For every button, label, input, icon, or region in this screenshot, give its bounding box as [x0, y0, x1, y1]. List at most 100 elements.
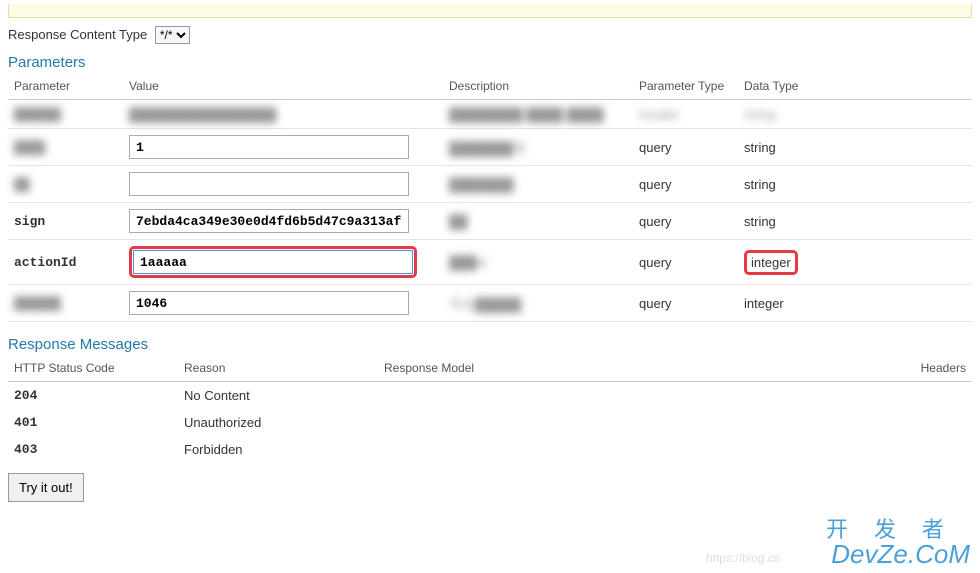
- param-value-blurred: ████████████████: [129, 107, 276, 122]
- param-desc: 平台█████: [449, 297, 521, 312]
- response-model: [378, 382, 892, 410]
- param-value-input[interactable]: [129, 291, 409, 315]
- param-type-cell: query: [633, 166, 738, 203]
- data-type-cell: string: [738, 100, 972, 129]
- param-value-input[interactable]: [129, 172, 409, 196]
- param-type: query: [639, 255, 672, 270]
- param-desc-cell: ███████: [443, 166, 633, 203]
- data-type: string: [744, 107, 776, 122]
- col-parameter: Parameter: [8, 75, 123, 100]
- table-row: 403Forbidden: [8, 436, 972, 463]
- reason: Forbidden: [178, 436, 378, 463]
- headers-cell: [892, 409, 972, 436]
- response-messages-title: Response Messages: [8, 336, 972, 353]
- col-parameter-type: Parameter Type: [633, 75, 738, 100]
- col-data-type: Data Type: [738, 75, 972, 100]
- col-value: Value: [123, 75, 443, 100]
- param-type: query: [639, 296, 672, 311]
- param-type: header: [639, 107, 679, 122]
- param-type-cell: query: [633, 129, 738, 166]
- http-status-code: 401: [8, 409, 178, 436]
- param-name: ██████: [14, 107, 61, 122]
- param-desc: ███id: [449, 255, 487, 270]
- table-row: ██████ 平台█████ query integer: [8, 285, 972, 322]
- table-row: actionId ███id query integer: [8, 240, 972, 285]
- try-it-out-button[interactable]: Try it out!: [8, 473, 84, 502]
- param-value-input[interactable]: [133, 250, 413, 274]
- param-name: ████: [14, 140, 45, 155]
- response-model: [378, 409, 892, 436]
- table-row: 204No Content: [8, 382, 972, 410]
- col-response-model: Response Model: [378, 357, 892, 382]
- table-row: 401Unauthorized: [8, 409, 972, 436]
- data-type-cell: integer: [738, 285, 972, 322]
- param-name-cell: ████: [8, 129, 123, 166]
- table-row: sign ██ query string: [8, 203, 972, 240]
- param-type-cell: query: [633, 285, 738, 322]
- data-type: integer: [744, 296, 784, 311]
- param-value-cell: [123, 203, 443, 240]
- param-name-cell: ██████: [8, 285, 123, 322]
- watermark-url: https://blog.cs: [706, 551, 780, 565]
- table-row: ██████████████████████████████ ████ ████…: [8, 100, 972, 129]
- param-value-input[interactable]: [129, 135, 409, 159]
- param-name: sign: [14, 214, 45, 229]
- watermark-bottom: DevZe.CoM: [826, 541, 970, 567]
- response-content-type-select[interactable]: */*: [155, 26, 190, 44]
- http-status-code: 403: [8, 436, 178, 463]
- data-type-cell: string: [738, 166, 972, 203]
- param-value-cell: [123, 129, 443, 166]
- response-model: [378, 436, 892, 463]
- notice-banner: [8, 4, 972, 18]
- param-name-cell: ██: [8, 166, 123, 203]
- reason: No Content: [178, 382, 378, 410]
- parameters-title: Parameters: [8, 54, 972, 71]
- param-desc-cell: ████████ ████ ████: [443, 100, 633, 129]
- parameters-table: Parameter Value Description Parameter Ty…: [8, 75, 972, 322]
- param-value-cell: [123, 285, 443, 322]
- param-value-input[interactable]: [129, 209, 409, 233]
- col-reason: Reason: [178, 357, 378, 382]
- param-desc: ███████号: [449, 141, 526, 156]
- reason: Unauthorized: [178, 409, 378, 436]
- data-type: integer: [751, 255, 791, 270]
- data-type: string: [744, 140, 776, 155]
- param-desc-cell: ███id: [443, 240, 633, 285]
- data-type-cell: string: [738, 129, 972, 166]
- param-name-cell: ██████: [8, 100, 123, 129]
- param-desc-cell: 平台█████: [443, 285, 633, 322]
- param-desc-cell: ██: [443, 203, 633, 240]
- param-type-cell: query: [633, 203, 738, 240]
- http-status-code: 204: [8, 382, 178, 410]
- param-name: actionId: [14, 255, 76, 270]
- col-http-status: HTTP Status Code: [8, 357, 178, 382]
- table-row: ████ ███████号 query string: [8, 129, 972, 166]
- response-content-type-row: Response Content Type */*: [8, 26, 972, 44]
- response-content-type-label: Response Content Type: [8, 27, 147, 42]
- param-name-cell: actionId: [8, 240, 123, 285]
- param-name: ██: [14, 177, 30, 192]
- param-type: query: [639, 140, 672, 155]
- highlight-box: [129, 246, 417, 278]
- param-value-cell: [123, 240, 443, 285]
- param-type-cell: header: [633, 100, 738, 129]
- param-name: ██████: [14, 296, 61, 311]
- param-desc: ███████: [449, 177, 513, 192]
- param-type-cell: query: [633, 240, 738, 285]
- param-desc: ██: [449, 214, 467, 229]
- param-type: query: [639, 177, 672, 192]
- col-headers: Headers: [892, 357, 972, 382]
- param-type: query: [639, 214, 672, 229]
- data-type: string: [744, 177, 776, 192]
- response-messages-table: HTTP Status Code Reason Response Model H…: [8, 357, 972, 463]
- headers-cell: [892, 382, 972, 410]
- param-value-cell: [123, 166, 443, 203]
- data-type-cell: string: [738, 203, 972, 240]
- param-name-cell: sign: [8, 203, 123, 240]
- table-row: █████████querystring: [8, 166, 972, 203]
- data-type: string: [744, 214, 776, 229]
- param-value-cell: ████████████████: [123, 100, 443, 129]
- watermark: 开发者 DevZe.CoM: [826, 519, 970, 567]
- param-desc-cell: ███████号: [443, 129, 633, 166]
- param-desc: ████████ ████ ████: [449, 107, 604, 122]
